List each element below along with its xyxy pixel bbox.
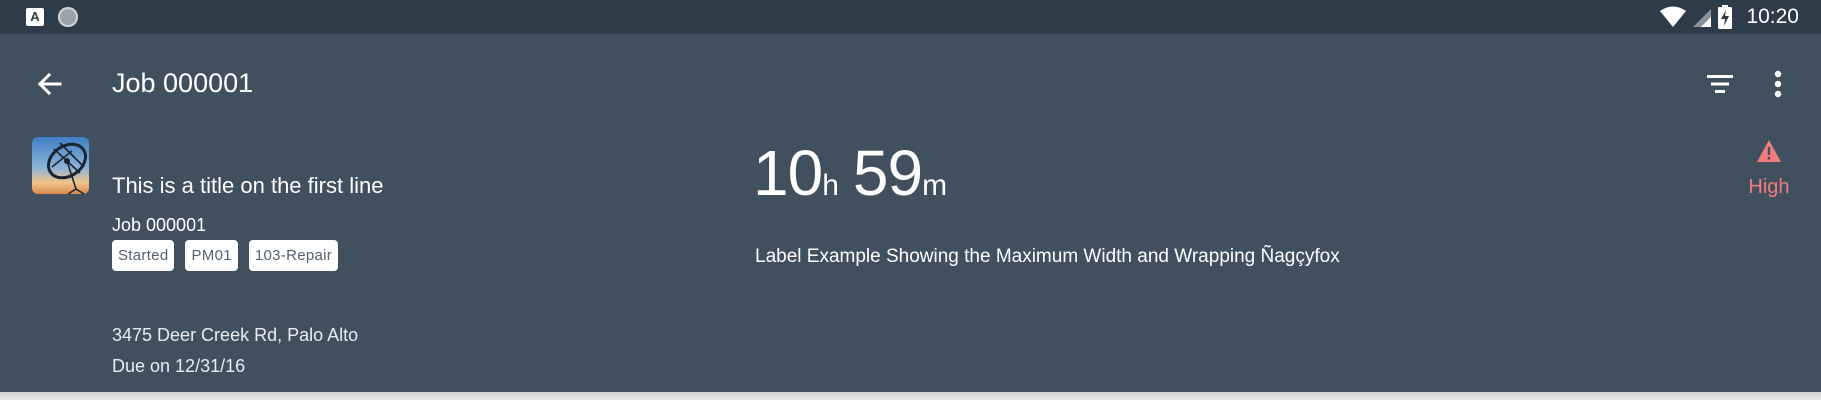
- kpi-hours-unit: h: [822, 169, 839, 202]
- kpi-duration: 10h 59m: [753, 131, 961, 215]
- kpi-label: Label Example Showing the Maximum Width …: [755, 246, 1340, 267]
- priority-label: High: [1748, 176, 1790, 198]
- signal-icon: [1693, 9, 1712, 27]
- kpi-minutes-unit: m: [922, 169, 948, 202]
- filter-icon: [1707, 75, 1733, 93]
- status-bar: A 10:20: [0, 0, 1821, 34]
- battery-charging-icon: [1718, 5, 1733, 29]
- more-options-button[interactable]: [1760, 64, 1796, 104]
- object-title: This is a title on the first line: [112, 173, 384, 198]
- a-badge-icon: A: [26, 8, 44, 26]
- filter-button[interactable]: [1700, 64, 1740, 104]
- object-address: 3475 Deer Creek Rd, Palo Alto: [112, 325, 359, 345]
- warning-icon: [1757, 140, 1781, 162]
- record-dot-icon: [58, 7, 78, 27]
- back-button[interactable]: [30, 64, 70, 104]
- object-thumbnail: [32, 137, 89, 194]
- status-bar-right: 10:20: [1660, 3, 1799, 31]
- satellite-dish-image: [32, 137, 89, 194]
- more-vert-icon: [1774, 70, 1782, 98]
- tag-pm01: PM01: [185, 240, 238, 271]
- kpi-minutes: 59: [852, 137, 923, 209]
- object-subtitle: Job 000001: [112, 215, 207, 235]
- tag-103-repair: 103-Repair: [248, 240, 339, 271]
- page-title: Job 000001: [112, 68, 254, 98]
- object-due-date: Due on 12/31/16: [112, 356, 246, 376]
- wifi-icon: [1660, 6, 1687, 27]
- tag-started: Started: [112, 240, 175, 271]
- status-time: 10:20: [1746, 5, 1799, 28]
- priority-indicator: High: [1740, 139, 1798, 200]
- object-header: Job 000001 This is a title on the first …: [0, 34, 1821, 392]
- status-bar-left: A: [26, 7, 78, 27]
- content-divider: [0, 392, 1821, 400]
- tag-list: Started PM01 103-Repair: [112, 240, 339, 271]
- kpi-hours: 10: [753, 137, 823, 209]
- back-arrow-icon: [37, 72, 62, 96]
